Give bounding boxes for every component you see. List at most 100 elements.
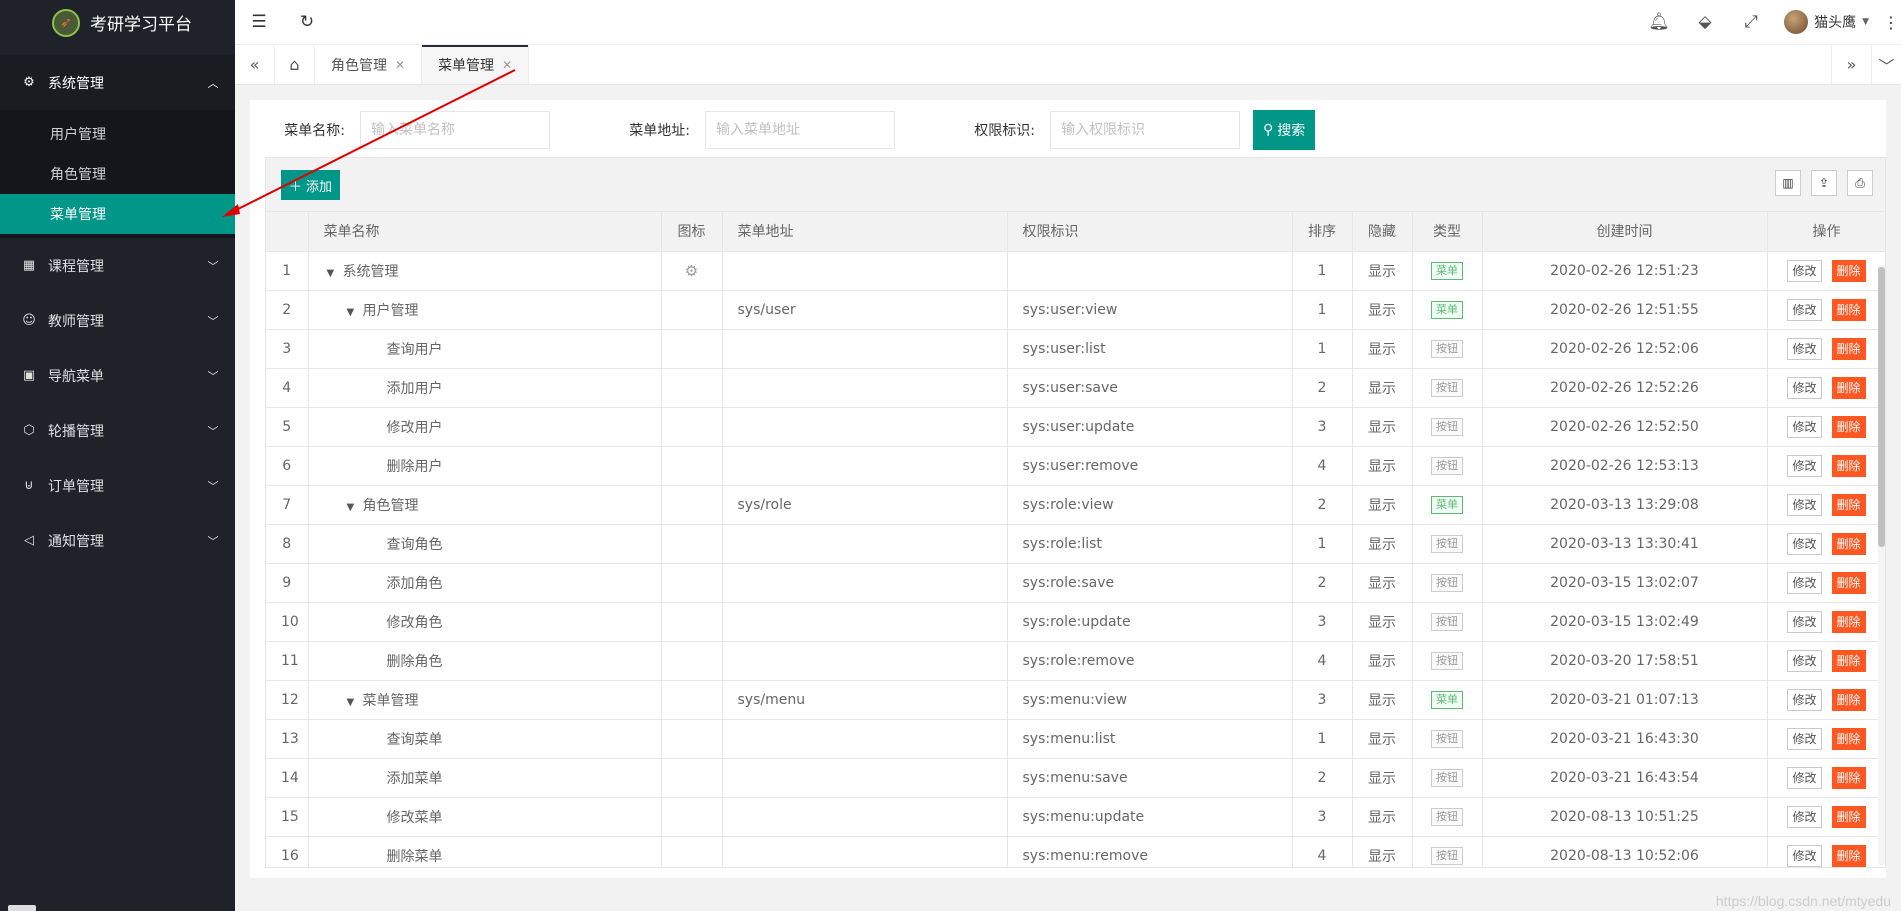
delete-button[interactable]: 删除 — [1831, 415, 1866, 438]
sidebar-item-teachers[interactable]: ☺ 教师管理 ﹀ — [0, 293, 235, 348]
sidebar-item-system[interactable]: ⚙ 系统管理 ︿ — [0, 55, 235, 110]
user-menu[interactable]: 猫头鹰 ▼ — [1774, 10, 1881, 34]
edit-button[interactable]: 修改 — [1787, 727, 1822, 750]
table-row[interactable]: 5 修改用户 sys:user:update 3 显示 按钮 2020-02-26 12:5… — [266, 407, 1885, 447]
collapse-menu-icon[interactable]: ☰ — [235, 0, 283, 45]
table-row[interactable]: 1 ▼ 系统管理 ⚙ 1 显示 菜单 2020-02-26 12:51:23 修改 删除 — [266, 251, 1885, 291]
tabs-scroll-right-icon[interactable]: » — [1831, 45, 1871, 84]
sidebar-item-orders[interactable]: ⊍ 订单管理 ﹀ — [0, 458, 235, 513]
bell-icon[interactable]: 🔔︎ — [1636, 0, 1682, 45]
sidebar-item-notices[interactable]: ◁ 通知管理 ﹀ — [0, 513, 235, 568]
home-icon[interactable]: ⌂ — [275, 45, 315, 84]
table-row[interactable]: 12 ▼ 菜单管理 sys/menu sys:menu:view 3 显示 菜单 2020-03… — [266, 680, 1885, 720]
table-row[interactable]: 10 修改角色 sys:role:update 3 显示 按钮 2020-03-15 13:… — [266, 602, 1885, 642]
table-row[interactable]: 16 删除菜单 sys:menu:remove 4 显示 按钮 2020-08-13 10:… — [266, 836, 1885, 867]
tab-menu-management[interactable]: 菜单管理 ✕ — [422, 45, 530, 84]
table-scrollbar[interactable] — [1878, 265, 1885, 865]
tree-expand-icon[interactable]: ▼ — [347, 502, 357, 513]
col-permission[interactable]: 权限标识 — [1007, 212, 1293, 252]
edit-button[interactable]: 修改 — [1787, 649, 1822, 672]
table-row[interactable]: 15 修改菜单 sys:menu:update 3 显示 按钮 2020-08-13 10:… — [266, 797, 1885, 837]
more-vertical-icon[interactable]: ⋮ — [1881, 13, 1901, 32]
table-row[interactable]: 9 添加角色 sys:role:save 2 显示 按钮 2020-03-15 13:02:… — [266, 563, 1885, 603]
edit-button[interactable]: 修改 — [1787, 766, 1822, 789]
delete-button[interactable]: 删除 — [1831, 844, 1866, 867]
refresh-icon[interactable]: ↻ — [283, 0, 331, 45]
col-menu-name[interactable]: 菜单名称 — [308, 212, 662, 252]
delete-button[interactable]: 删除 — [1831, 649, 1866, 672]
delete-button[interactable]: 删除 — [1831, 727, 1866, 750]
close-icon[interactable]: ✕ — [395, 58, 405, 72]
sidebar-subitem-users[interactable]: 用户管理 — [0, 114, 235, 154]
sidebar-subitem-roles[interactable]: 角色管理 — [0, 154, 235, 194]
edit-button[interactable]: 修改 — [1787, 415, 1822, 438]
delete-button[interactable]: 删除 — [1831, 454, 1866, 477]
app-logo[interactable]: ➶ 考研学习平台 — [0, 0, 235, 45]
edit-button[interactable]: 修改 — [1787, 532, 1822, 555]
edit-button[interactable]: 修改 — [1787, 844, 1822, 867]
export-icon[interactable]: ⇪ — [1811, 170, 1837, 196]
delete-button[interactable]: 删除 — [1831, 688, 1866, 711]
permission-cell: sys:user:save — [1007, 368, 1293, 408]
delete-button[interactable]: 删除 — [1831, 493, 1866, 516]
fullscreen-icon[interactable]: ⤢ — [1728, 0, 1774, 45]
tree-expand-icon[interactable]: ▼ — [347, 307, 357, 318]
table-row[interactable]: 6 删除用户 sys:user:remove 4 显示 按钮 2020-02-26 12:5… — [266, 446, 1885, 486]
col-hidden[interactable]: 隐藏 — [1352, 212, 1413, 252]
delete-button[interactable]: 删除 — [1831, 376, 1866, 399]
edit-button[interactable]: 修改 — [1787, 376, 1822, 399]
scrollbar-thumb[interactable] — [1878, 267, 1885, 547]
tabs-dropdown-icon[interactable]: ﹀ — [1871, 45, 1901, 84]
add-button[interactable]: ＋ 添加 — [281, 170, 341, 200]
menu-url-input[interactable] — [705, 111, 895, 149]
sidebar-item-nav-menu[interactable]: ▣ 导航菜单 ﹀ — [0, 348, 235, 403]
delete-button[interactable]: 删除 — [1831, 805, 1866, 828]
table-row[interactable]: 14 添加菜单 sys:menu:save 2 显示 按钮 2020-03-21 16:43… — [266, 758, 1885, 798]
print-icon[interactable]: ⎙ — [1847, 170, 1873, 196]
close-icon[interactable]: ✕ — [502, 58, 512, 72]
tab-role-management[interactable]: 角色管理 ✕ — [315, 45, 423, 84]
permission-input[interactable] — [1050, 111, 1240, 149]
sidebar-item-carousel[interactable]: ⬡ 轮播管理 ﹀ — [0, 403, 235, 458]
edit-button[interactable]: 修改 — [1787, 259, 1822, 282]
edit-button[interactable]: 修改 — [1787, 688, 1822, 711]
delete-button[interactable]: 删除 — [1831, 766, 1866, 789]
col-sort[interactable]: 排序 — [1292, 212, 1353, 252]
delete-button[interactable]: 删除 — [1831, 337, 1866, 360]
tag-icon[interactable]: ⬙ — [1682, 0, 1728, 45]
col-url[interactable]: 菜单地址 — [722, 212, 1008, 252]
delete-button[interactable]: 删除 — [1831, 259, 1866, 282]
table-row[interactable]: 4 添加用户 sys:user:save 2 显示 按钮 2020-02-26 12:52:… — [266, 368, 1885, 408]
type-cell: 菜单 — [1412, 251, 1483, 291]
edit-button[interactable]: 修改 — [1787, 298, 1822, 321]
col-icon[interactable]: 图标 — [661, 212, 723, 252]
delete-button[interactable]: 删除 — [1831, 610, 1866, 633]
delete-button[interactable]: 删除 — [1831, 532, 1866, 555]
edit-button[interactable]: 修改 — [1787, 454, 1822, 477]
tree-expand-icon[interactable]: ▼ — [347, 697, 357, 708]
columns-filter-icon[interactable]: ▥ — [1775, 170, 1801, 196]
col-created[interactable]: 创建时间 — [1482, 212, 1768, 252]
edit-button[interactable]: 修改 — [1787, 805, 1822, 828]
table-row[interactable]: 2 ▼ 用户管理 sys/user sys:user:view 1 显示 菜单 2020-02-… — [266, 290, 1885, 330]
table-row[interactable]: 3 查询用户 sys:user:list 1 显示 按钮 2020-02-26 12:52:… — [266, 329, 1885, 369]
menu-name-input[interactable] — [360, 111, 550, 149]
sidebar-scroll-handle[interactable] — [8, 905, 36, 911]
tabs-scroll-left-icon[interactable]: « — [235, 45, 275, 84]
table-row[interactable]: 8 查询角色 sys:role:list 1 显示 按钮 2020-03-13 13:30:… — [266, 524, 1885, 564]
search-button[interactable]: ⚲ 搜索 — [1253, 110, 1316, 150]
edit-button[interactable]: 修改 — [1787, 610, 1822, 633]
tree-expand-icon[interactable]: ▼ — [327, 268, 337, 279]
delete-button[interactable]: 删除 — [1831, 571, 1866, 594]
delete-button[interactable]: 删除 — [1831, 298, 1866, 321]
sidebar-subitem-menus[interactable]: 菜单管理 — [0, 194, 235, 234]
col-type[interactable]: 类型 — [1412, 212, 1483, 252]
edit-button[interactable]: 修改 — [1787, 571, 1822, 594]
table-row[interactable]: 7 ▼ 角色管理 sys/role sys:role:view 2 显示 菜单 2020-03-… — [266, 485, 1885, 525]
edit-button[interactable]: 修改 — [1787, 493, 1822, 516]
table-row[interactable]: 13 查询菜单 sys:menu:list 1 显示 按钮 2020-03-21 16:43… — [266, 719, 1885, 759]
table-row[interactable]: 11 删除角色 sys:role:remove 4 显示 按钮 2020-03-20 17:… — [266, 641, 1885, 681]
sidebar-item-courses[interactable]: ▦ 课程管理 ﹀ — [0, 238, 235, 293]
tab-label: 菜单管理 — [438, 57, 495, 74]
edit-button[interactable]: 修改 — [1787, 337, 1822, 360]
